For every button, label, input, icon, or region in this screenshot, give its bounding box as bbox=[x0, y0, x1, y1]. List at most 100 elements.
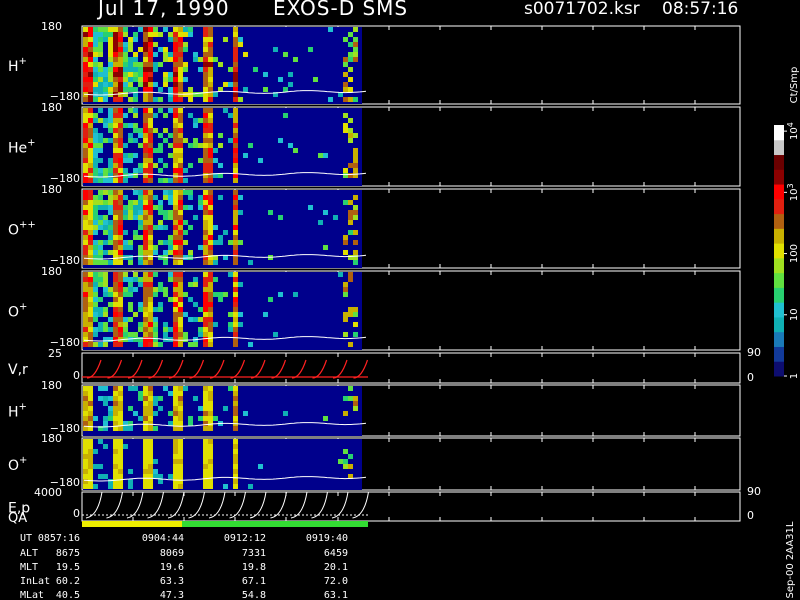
spectrogram-cell bbox=[178, 220, 183, 225]
spectrogram-cell bbox=[133, 37, 138, 42]
spectrogram-cell bbox=[163, 287, 168, 292]
spectrogram-cell bbox=[203, 210, 208, 215]
spectrogram-cell bbox=[143, 444, 148, 449]
spectrogram-cell bbox=[203, 47, 208, 52]
spectrogram-cell bbox=[88, 292, 93, 297]
spectrogram-cell bbox=[143, 27, 148, 32]
spectrogram-cell bbox=[83, 454, 88, 459]
spectrogram-cell bbox=[173, 421, 178, 426]
spectrogram-cell bbox=[118, 322, 123, 327]
spectrogram-cell bbox=[323, 416, 328, 421]
spectrogram-cell bbox=[203, 82, 208, 87]
spectrogram-cell bbox=[178, 444, 183, 449]
spectrogram-cell bbox=[168, 190, 173, 195]
spectrogram-cell bbox=[108, 287, 113, 292]
spectrogram-cell bbox=[138, 302, 143, 307]
spectrogram-cell bbox=[113, 108, 118, 113]
spectrogram-cell bbox=[138, 133, 143, 138]
colorbar-swatch bbox=[774, 316, 784, 333]
spectrogram-cell bbox=[233, 439, 238, 444]
spectrogram-cell bbox=[98, 297, 103, 302]
spectrogram-cell bbox=[93, 42, 98, 47]
spectrogram-cell bbox=[193, 215, 198, 220]
spectrogram-cell bbox=[88, 195, 93, 200]
spectrogram-cell bbox=[133, 168, 138, 173]
spectrogram-cell bbox=[118, 148, 123, 153]
spectrogram-cell bbox=[163, 215, 168, 220]
spectrogram-cell bbox=[148, 128, 153, 133]
spectrogram-cell bbox=[163, 82, 168, 87]
spectrogram-cell bbox=[233, 27, 238, 32]
spectrogram-cell bbox=[98, 118, 103, 123]
spectrogram-cell bbox=[143, 297, 148, 302]
spectrogram-cell bbox=[173, 444, 178, 449]
spectrogram-cell bbox=[348, 255, 353, 260]
panel-label-sup: + bbox=[27, 138, 35, 149]
spectrogram-cell bbox=[138, 200, 143, 205]
spectrogram-cell bbox=[143, 158, 148, 163]
spectrogram-cell bbox=[83, 396, 88, 401]
spectrogram-cell bbox=[168, 178, 173, 183]
spectrogram-cell bbox=[83, 272, 88, 277]
spectrogram-cell bbox=[93, 200, 98, 205]
spectrogram-cell bbox=[153, 337, 158, 342]
spectrogram-cell bbox=[198, 158, 203, 163]
spectrogram-cell bbox=[173, 401, 178, 406]
spectrogram-cell bbox=[143, 411, 148, 416]
spectrogram-cell bbox=[143, 108, 148, 113]
spectrogram-cell bbox=[163, 250, 168, 255]
spectrogram-cell bbox=[183, 62, 188, 67]
spectrogram-cell bbox=[173, 97, 178, 102]
spectrogram-cell bbox=[208, 153, 213, 158]
spectrogram-cell bbox=[98, 108, 103, 113]
spectrogram-cell bbox=[148, 260, 153, 265]
spectrogram-cell bbox=[148, 454, 153, 459]
spectrogram-cell bbox=[183, 332, 188, 337]
spectrogram-cell bbox=[143, 484, 148, 489]
spectrogram-cell bbox=[83, 292, 88, 297]
spectrogram-cell bbox=[208, 292, 213, 297]
spectrogram-cell bbox=[133, 128, 138, 133]
spectrogram-cell bbox=[103, 282, 108, 287]
spectrogram-cell bbox=[138, 245, 143, 250]
spectrogram-cell bbox=[173, 158, 178, 163]
spectrogram-cell bbox=[128, 406, 133, 411]
spectrogram-cell bbox=[173, 42, 178, 47]
spectrogram-cell bbox=[98, 245, 103, 250]
spectrogram-cell bbox=[178, 312, 183, 317]
spectrogram-cell bbox=[183, 230, 188, 235]
spectrogram-cell bbox=[203, 37, 208, 42]
spectrogram-cell bbox=[158, 210, 163, 215]
spectrogram-cell bbox=[148, 332, 153, 337]
spectrogram-cell bbox=[308, 47, 313, 52]
spectrogram-cell bbox=[248, 143, 253, 148]
spectrogram-cell bbox=[153, 42, 158, 47]
spectrogram-cell bbox=[88, 235, 93, 240]
spectrogram-cell bbox=[138, 416, 143, 421]
spectrogram-cell bbox=[178, 277, 183, 282]
spectrogram-cell bbox=[173, 87, 178, 92]
spectrogram-cell bbox=[208, 245, 213, 250]
spectrogram-cell bbox=[123, 317, 128, 322]
spectrogram-cell bbox=[118, 401, 123, 406]
spectrogram-cell bbox=[213, 277, 218, 282]
spectrogram-cell bbox=[348, 272, 353, 277]
spectrogram-cell bbox=[243, 52, 248, 57]
spectrogram-cell bbox=[108, 411, 113, 416]
spectrogram-cell bbox=[348, 277, 353, 282]
spectrogram-cell bbox=[178, 190, 183, 195]
spectrogram-cell bbox=[118, 391, 123, 396]
spectrogram-cell bbox=[353, 401, 358, 406]
spectrogram-cell bbox=[138, 82, 143, 87]
spectrogram-cell bbox=[98, 195, 103, 200]
spectrogram-cell bbox=[103, 190, 108, 195]
spectrogram-cell bbox=[178, 287, 183, 292]
spectrogram-cell bbox=[218, 195, 223, 200]
spectrogram-cell bbox=[238, 195, 243, 200]
spectrogram-cell bbox=[88, 108, 93, 113]
spectrogram-cell bbox=[143, 449, 148, 454]
spectrogram-cell bbox=[208, 386, 213, 391]
spectrogram-cell bbox=[148, 42, 153, 47]
spectrogram-cell bbox=[173, 47, 178, 52]
spectrogram-cell bbox=[93, 47, 98, 52]
